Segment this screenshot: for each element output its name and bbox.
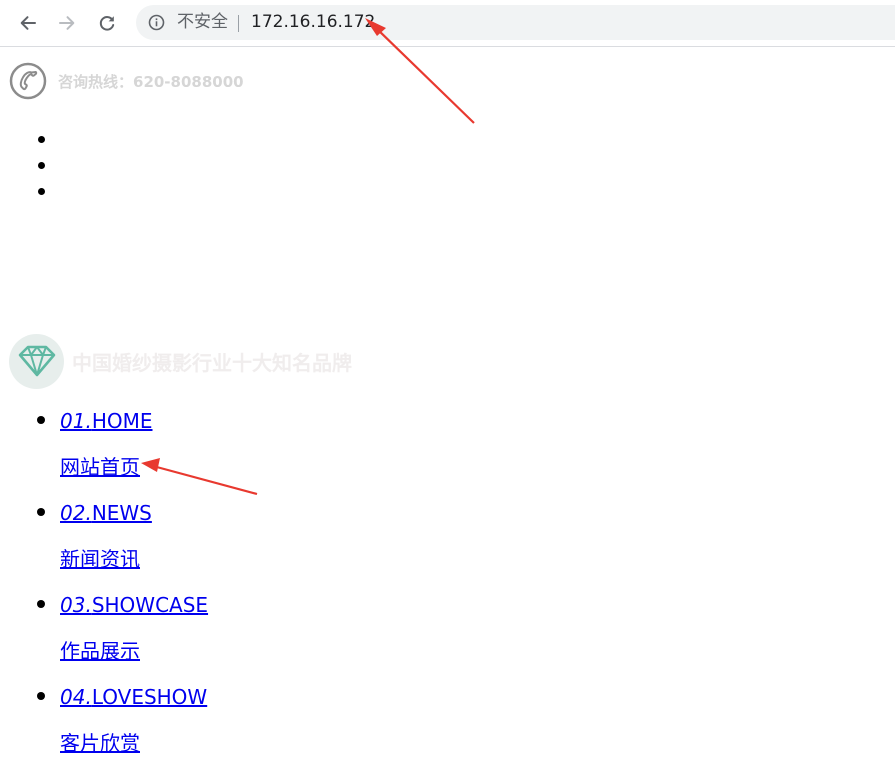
nav-number: 02. bbox=[60, 501, 92, 525]
nav-link-showcase[interactable]: 03.SHOWCASE bbox=[60, 593, 208, 617]
arrow-left-icon bbox=[20, 16, 36, 30]
nav-link-news-cn[interactable]: 新闻资讯 bbox=[60, 547, 140, 571]
nav-label-en: NEWS bbox=[91, 501, 152, 525]
arrow-right-icon bbox=[59, 16, 75, 30]
diamond-icon bbox=[18, 345, 55, 377]
omnibox-divider bbox=[238, 15, 239, 32]
phone-icon bbox=[9, 62, 47, 100]
brand-badge bbox=[9, 333, 64, 389]
nav-link-home-cn[interactable]: 网站首页 bbox=[60, 455, 140, 479]
nav-link-showcase-cn[interactable]: 作品展示 bbox=[60, 639, 140, 663]
nav-label-en: SHOWCASE bbox=[91, 593, 209, 617]
nav-number: 04. bbox=[60, 685, 92, 709]
reload-icon bbox=[99, 16, 115, 31]
url-text[interactable]: 172.16.16.172 bbox=[251, 12, 375, 33]
nav-link-home[interactable]: 01.HOME bbox=[60, 409, 153, 433]
security-status-label: 不安全 bbox=[177, 12, 228, 32]
brand: 中国婚纱摄影行业十大知名品牌 bbox=[9, 333, 352, 389]
nav-number: 03. bbox=[60, 593, 92, 617]
hotline: 咨询热线：620-8088000 bbox=[9, 61, 244, 101]
nav-link-loveshow-cn[interactable]: 客片欣赏 bbox=[60, 731, 140, 755]
browser-toolbar: 不安全 172.16.16.172 bbox=[0, 0, 895, 47]
nav-label-en: HOME bbox=[91, 409, 153, 433]
annotation-arrow bbox=[141, 458, 258, 496]
reload-button[interactable] bbox=[92, 8, 122, 38]
nav-link-news[interactable]: 02.NEWS bbox=[60, 501, 152, 525]
info-icon[interactable] bbox=[148, 14, 165, 31]
address-bar[interactable]: 不安全 172.16.16.172 bbox=[136, 5, 895, 40]
hotline-text: 咨询热线：620-8088000 bbox=[58, 72, 244, 91]
back-button[interactable] bbox=[13, 8, 43, 38]
forward-button[interactable] bbox=[52, 8, 82, 38]
nav-link-loveshow[interactable]: 04.LOVESHOW bbox=[60, 685, 207, 709]
nav-label-en: LOVESHOW bbox=[91, 685, 208, 709]
nav-number: 01. bbox=[60, 409, 92, 433]
brand-slogan: 中国婚纱摄影行业十大知名品牌 bbox=[72, 350, 352, 375]
